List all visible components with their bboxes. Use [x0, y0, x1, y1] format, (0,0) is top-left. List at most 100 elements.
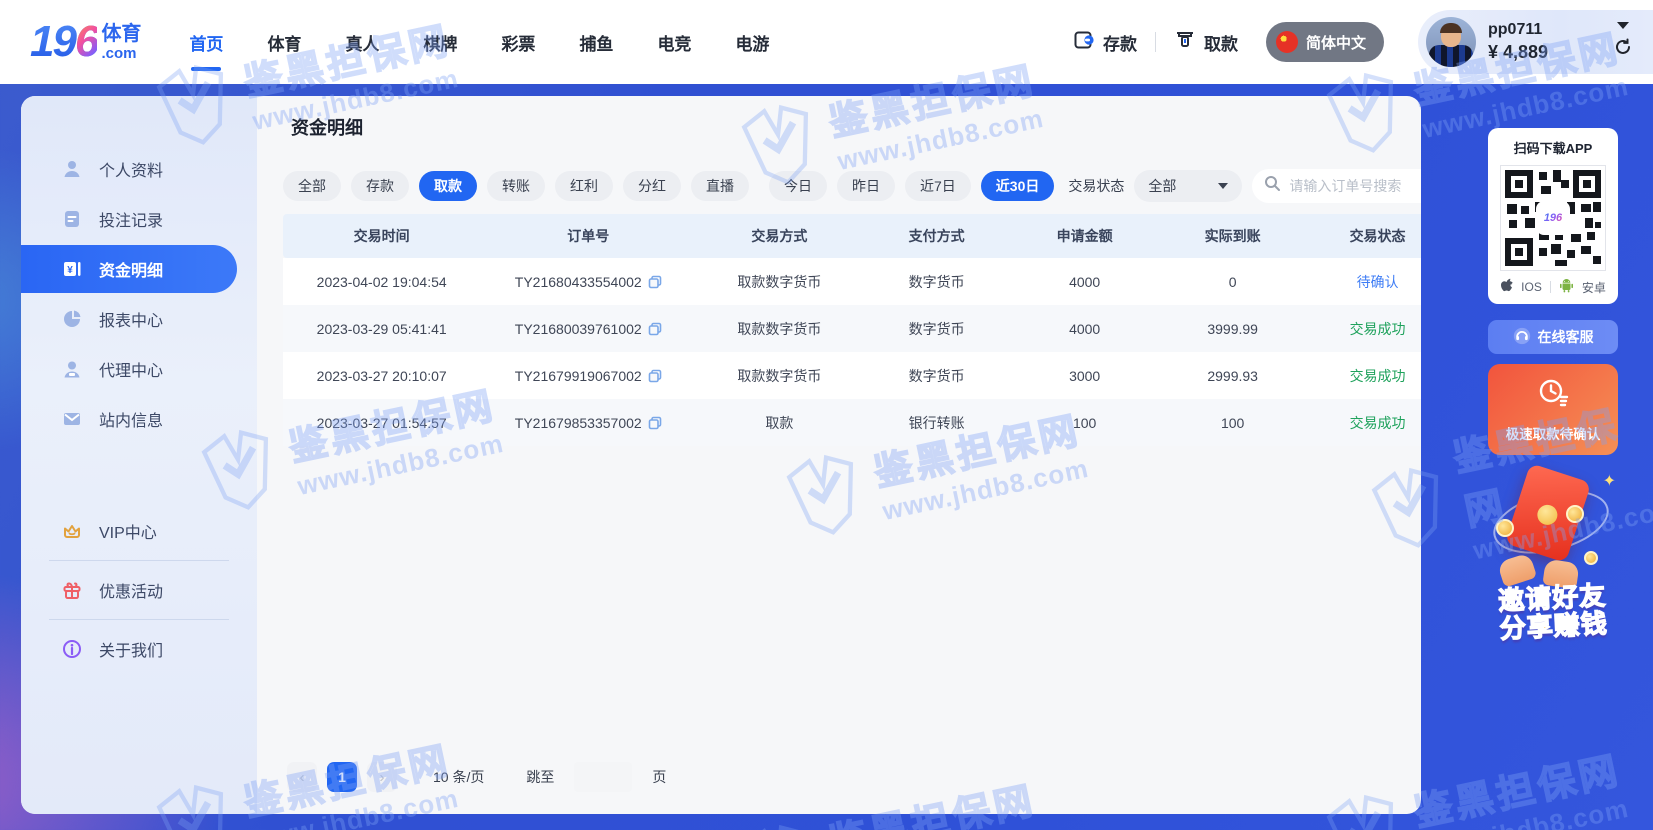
sidebar-item-messages[interactable]: 站内信息	[21, 394, 257, 444]
copy-icon[interactable]	[648, 275, 662, 289]
filter-date-today[interactable]: 今日	[769, 171, 827, 201]
logo-text: 体育 .com	[101, 24, 141, 61]
sidebar-item-vip[interactable]: VIP中心	[21, 506, 257, 556]
nav-item-chess[interactable]: 棋牌	[423, 22, 457, 63]
withdraw-icon	[1174, 29, 1196, 56]
cell-method: 取款数字货币	[696, 272, 863, 292]
topbar-right: 存款 取款 简体中文 pp0711 ¥ 4,889	[1073, 0, 1653, 84]
nav-item-fishing[interactable]: 捕鱼	[579, 22, 613, 63]
filter-date-yesterday[interactable]: 昨日	[837, 171, 895, 201]
user-account-area[interactable]: pp0711 ¥ 4,889	[1418, 10, 1653, 74]
copy-icon[interactable]	[648, 322, 662, 336]
gift-icon	[61, 579, 83, 601]
status-select[interactable]: 全部	[1134, 170, 1242, 202]
invite-friends-banner[interactable]: ✦ 邀请好友 分享赚钱	[1488, 465, 1618, 640]
coin-icon	[1584, 551, 1598, 565]
refresh-balance-icon[interactable]	[1613, 37, 1633, 62]
app-download-card: 扫码下载APP 196 IOS 安卓	[1488, 128, 1618, 304]
qr-code: 196	[1500, 165, 1606, 271]
status-filter-label: 交易状态	[1068, 176, 1124, 196]
filter-date-30days[interactable]: 近30日	[981, 171, 1055, 201]
nav-item-lottery[interactable]: 彩票	[501, 22, 535, 63]
filter-type-all[interactable]: 全部	[283, 171, 341, 201]
android-label: 安卓	[1582, 279, 1606, 296]
cell-pay: 数字货币	[863, 319, 1011, 339]
sidebar: 个人资料 投注记录 ¥ 资金明细 报表中心 代理中心 站内信息 VIP中心	[21, 96, 257, 814]
status-badge: 待确认	[1307, 272, 1421, 292]
balance: ¥ 4,889	[1488, 42, 1548, 63]
logo-number: 196	[30, 17, 97, 67]
coin-icon	[1496, 519, 1514, 537]
yuan-money-icon: ¥	[61, 258, 83, 280]
cell-pay: 数字货币	[863, 366, 1011, 386]
filter-type-deposit[interactable]: 存款	[351, 171, 409, 201]
filter-type-live[interactable]: 直播	[691, 171, 749, 201]
copy-icon[interactable]	[648, 369, 662, 383]
jump-page-input[interactable]	[574, 762, 632, 792]
divider	[49, 619, 229, 620]
divider	[1155, 32, 1156, 52]
current-page-button[interactable]: 1	[327, 762, 357, 792]
site-logo[interactable]: 196 体育 .com	[30, 17, 141, 67]
cell-pay: 数字货币	[863, 272, 1011, 292]
cell-time: 2023-03-27 01:54:57	[283, 415, 480, 431]
filter-type-bonus[interactable]: 红利	[555, 171, 613, 201]
filter-type-transfer[interactable]: 转账	[487, 171, 545, 201]
filter-date-7days[interactable]: 近7日	[905, 171, 971, 201]
deposit-button[interactable]: 存款	[1073, 29, 1137, 56]
status-badge: 交易成功	[1307, 319, 1421, 339]
cell-time: 2023-03-27 20:10:07	[283, 368, 480, 384]
sidebar-item-profile[interactable]: 个人资料	[21, 144, 257, 194]
online-service-button[interactable]: 在线客服	[1488, 320, 1618, 354]
language-selector[interactable]: 简体中文	[1266, 22, 1384, 62]
qr-title: 扫码下载APP	[1514, 138, 1593, 157]
prev-page-button[interactable]: ‹	[287, 762, 317, 792]
cell-pay: 银行转账	[863, 413, 1011, 433]
order-search-box	[1252, 169, 1421, 203]
chevron-down-icon[interactable]	[1617, 22, 1629, 29]
sidebar-item-funds[interactable]: ¥ 资金明细	[21, 245, 237, 293]
withdraw-button[interactable]: 取款	[1174, 29, 1238, 56]
deposit-icon	[1073, 29, 1095, 56]
qr-center-logo: 196	[1538, 203, 1568, 233]
cell-method: 取款数字货币	[696, 366, 863, 386]
headset-icon	[1513, 327, 1531, 348]
nav-item-esports[interactable]: 电竞	[657, 22, 691, 63]
content-area: 资金明细 在线客服 全部 存款 取款 转账 红利 分红 直播 今日 昨日 近7日…	[257, 96, 1421, 814]
notebook-icon	[61, 208, 83, 230]
sidebar-item-bet-records[interactable]: 投注记录	[21, 194, 257, 244]
fast-withdraw-button[interactable]: 极速取款待确认	[1488, 364, 1618, 455]
sidebar-item-reports[interactable]: 报表中心	[21, 294, 257, 344]
sidebar-item-about[interactable]: 关于我们	[21, 624, 257, 674]
filter-type-withdraw[interactable]: 取款	[419, 171, 477, 201]
page-unit-label: 页	[652, 767, 666, 787]
nav-item-home[interactable]: 首页	[189, 22, 223, 63]
nav-item-sports[interactable]: 体育	[267, 22, 301, 63]
search-input[interactable]	[1289, 178, 1421, 194]
ios-label: IOS	[1521, 280, 1542, 294]
cell-time: 2023-04-02 19:04:54	[283, 274, 480, 290]
avatar[interactable]	[1426, 17, 1476, 67]
sidebar-item-agent[interactable]: 代理中心	[21, 344, 257, 394]
apple-icon	[1500, 278, 1513, 296]
invite-text: 邀请好友 分享赚钱	[1487, 580, 1620, 643]
cell-actual: 100	[1159, 415, 1307, 431]
agent-icon	[61, 358, 83, 380]
android-icon	[1559, 278, 1574, 296]
sidebar-item-promotions[interactable]: 优惠活动	[21, 565, 257, 615]
person-icon	[61, 158, 83, 180]
nav-item-slots[interactable]: 电游	[735, 22, 769, 63]
filter-type-dividend[interactable]: 分红	[623, 171, 681, 201]
info-icon	[61, 638, 83, 660]
top-bar: 196 体育 .com 首页 体育 真人 棋牌 彩票 捕鱼 电竞 电游 存款 取…	[0, 0, 1653, 84]
table-row: 2023-03-27 20:10:07 TY21679919067002 取款数…	[283, 352, 1421, 399]
main-panel: 个人资料 投注记录 ¥ 资金明细 报表中心 代理中心 站内信息 VIP中心	[21, 96, 1421, 814]
cell-amount: 4000	[1011, 321, 1159, 337]
mail-icon	[61, 408, 83, 430]
copy-icon[interactable]	[648, 416, 662, 430]
transactions-table: 交易时间 订单号 交易方式 支付方式 申请金额 实际到账 交易状态 操作 202…	[283, 214, 1421, 446]
search-icon	[1264, 175, 1281, 197]
nav-item-live-casino[interactable]: 真人	[345, 22, 379, 63]
next-page-button[interactable]: ›	[367, 762, 397, 792]
svg-text:¥: ¥	[67, 265, 73, 276]
